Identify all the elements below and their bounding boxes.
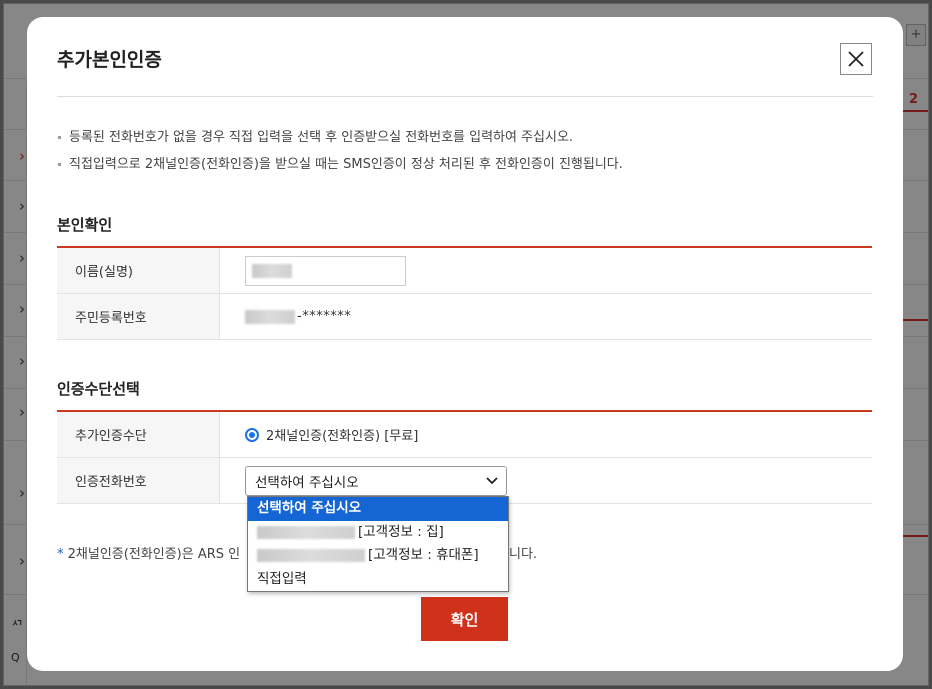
notice-item: 등록된 전화번호가 없을 경우 직접 입력을 선택 후 인증받으실 전화번호를 … xyxy=(57,129,623,156)
dropdown-option[interactable]: [고객정보 : 집] xyxy=(248,521,508,545)
title-divider xyxy=(57,96,873,97)
phone-label: 인증전화번호 xyxy=(57,458,220,503)
form-row-rrn: 주민등록번호 -******* xyxy=(57,294,872,340)
dropdown-option-label: [고객정보 : 휴대폰] xyxy=(368,547,479,563)
redacted-value xyxy=(252,263,292,278)
close-icon xyxy=(848,51,864,67)
auth-section-title: 인증수단선택 xyxy=(57,380,140,398)
redacted-value xyxy=(257,549,365,563)
form-row-name: 이름(실명) xyxy=(57,248,872,294)
dropdown-option[interactable]: 직접입력 xyxy=(248,568,508,592)
method-option-label: 2채널인증(전화인증) [무료] xyxy=(266,429,419,444)
radio-button[interactable] xyxy=(245,427,259,442)
method-label: 추가인증수단 xyxy=(57,412,220,457)
close-button[interactable] xyxy=(840,43,872,75)
method-radio-option[interactable]: 2채널인증(전화인증) [무료] xyxy=(245,425,418,444)
redacted-value xyxy=(257,525,355,539)
auth-form: 추가인증수단 2채널인증(전화인증) [무료] 인증전화번호 선택하여 주십시오 xyxy=(57,412,872,504)
confirm-button[interactable]: 확인 xyxy=(421,597,508,641)
notice-list: 등록된 전화번호가 없을 경우 직접 입력을 선택 후 인증받으실 전화번호를 … xyxy=(57,129,623,183)
rrn-value: -******* xyxy=(245,309,351,324)
rrn-label: 주민등록번호 xyxy=(57,294,220,339)
rrn-mask: -******* xyxy=(297,309,352,324)
phone-select[interactable]: 선택하여 주십시오 xyxy=(245,465,507,496)
identity-section-title: 본인확인 xyxy=(57,216,113,234)
footnote-star: * xyxy=(57,547,64,562)
additional-auth-modal: 추가본인인증 등록된 전화번호가 없을 경우 직접 입력을 선택 후 인증받으실… xyxy=(27,17,903,671)
identity-form: 이름(실명) 주민등록번호 -******* xyxy=(57,248,872,340)
dropdown-option[interactable]: [고객정보 : 휴대폰] xyxy=(248,544,508,568)
redacted-value xyxy=(245,309,295,324)
dropdown-option[interactable]: 선택하여 주십시오 xyxy=(248,497,508,521)
dropdown-option-label: [고객정보 : 집] xyxy=(358,523,444,540)
name-input[interactable] xyxy=(245,255,406,286)
modal-title: 추가본인인증 xyxy=(57,49,162,71)
phone-dropdown-list: 선택하여 주십시오 [고객정보 : 집] [고객정보 : 휴대폰] 직접입력 xyxy=(247,496,509,592)
chevron-down-icon xyxy=(486,476,498,484)
footnote-tail: 니다. xyxy=(509,547,538,562)
form-row-method: 추가인증수단 2채널인증(전화인증) [무료] xyxy=(57,412,872,458)
footnote-text: 2채널인증(전화인증)은 ARS 인 xyxy=(67,547,241,562)
phone-select-value: 선택하여 주십시오 xyxy=(255,474,359,491)
notice-item: 직접입력으로 2채널인증(전화인증)을 받으실 때는 SMS인증이 정상 처리된… xyxy=(57,156,623,183)
footnote: * 2채널인증(전화인증)은 ARS 인 니다. xyxy=(57,543,537,562)
name-label: 이름(실명) xyxy=(57,248,220,293)
